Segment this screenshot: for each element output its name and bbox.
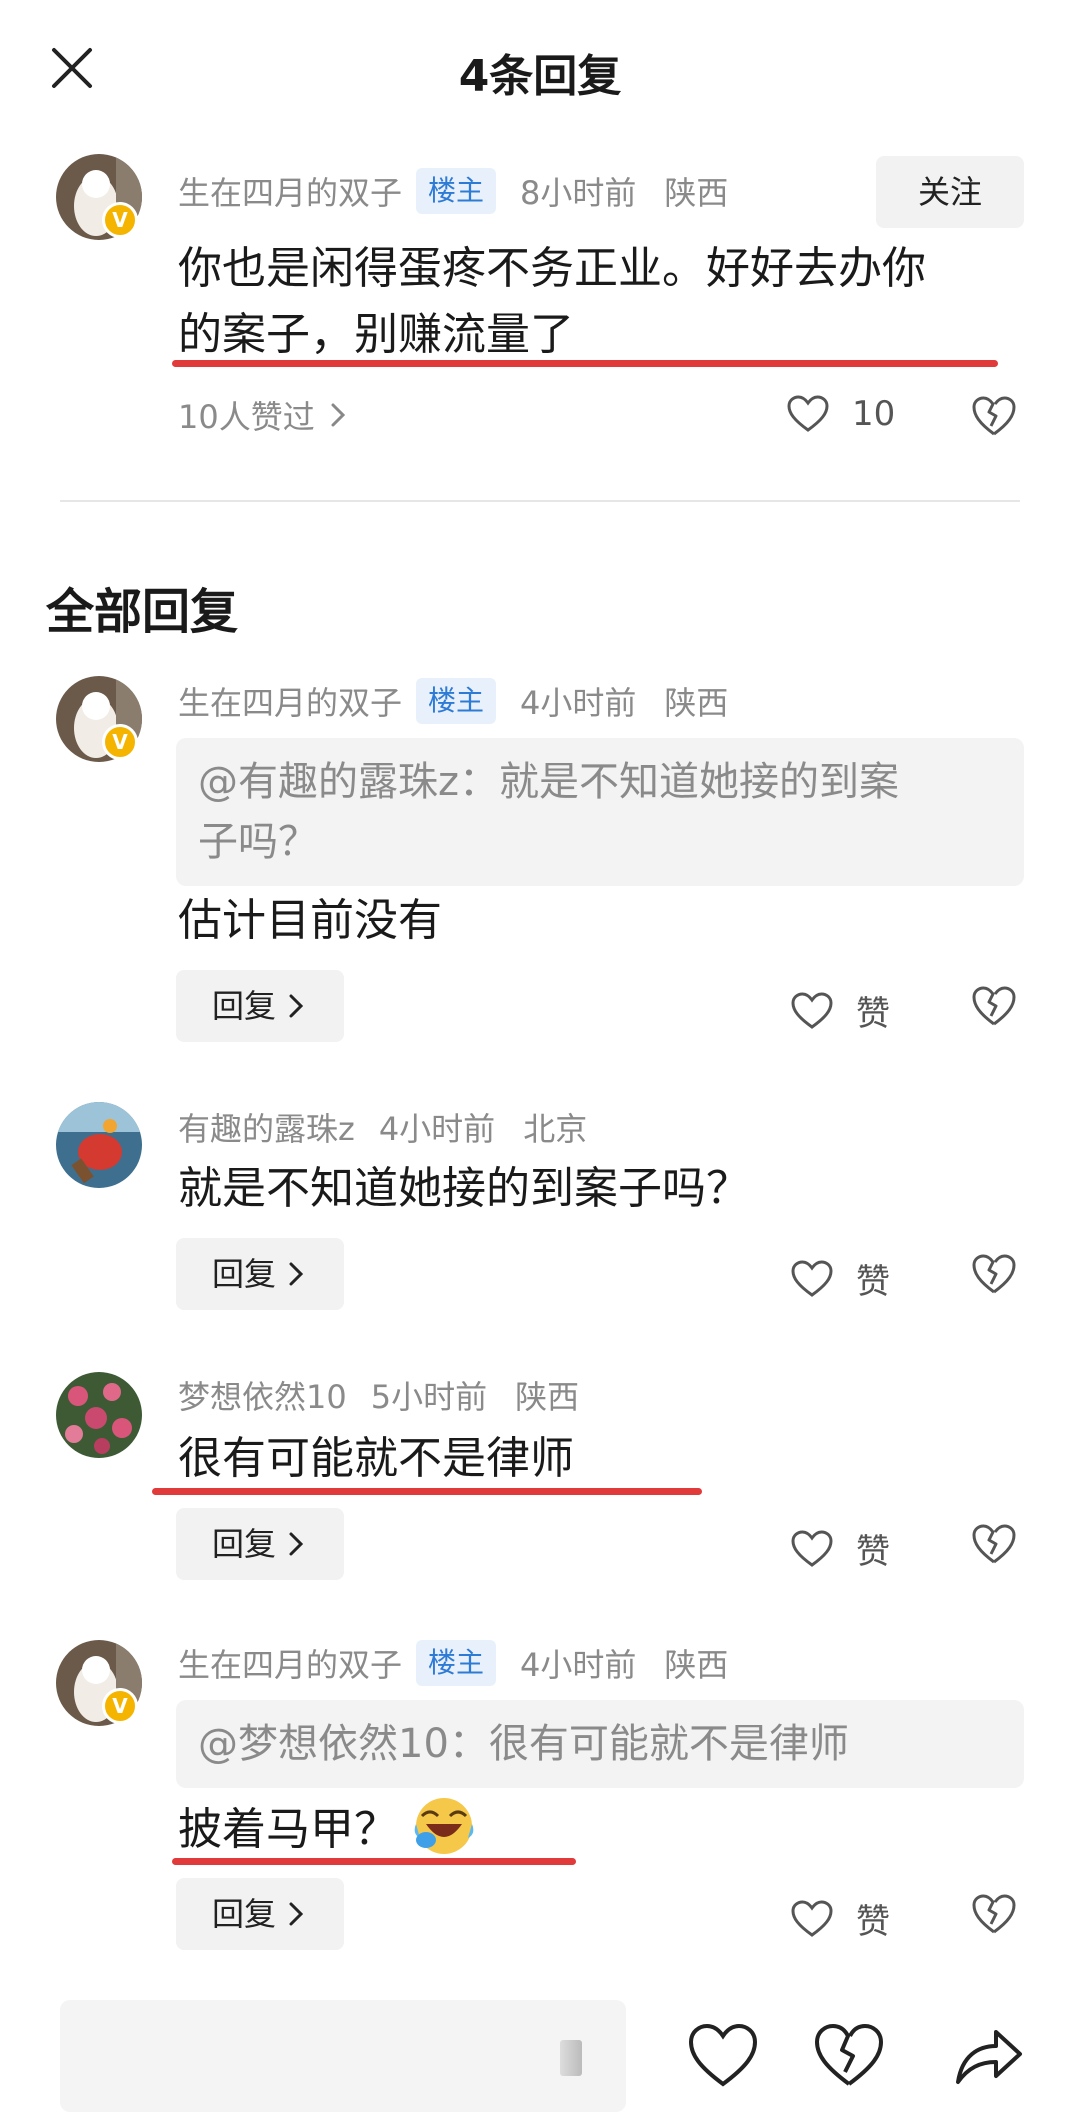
timestamp: 8小时前 [520,174,637,212]
like-label: 赞 [856,1532,890,1572]
follow-button[interactable]: 关注 [876,156,1024,228]
heart-icon [787,395,829,432]
input-grip-icon [560,2040,582,2076]
divider [60,500,1020,502]
reply-meta: 有趣的露珠z 4小时前 北京 [178,1104,587,1150]
verified-badge-icon: V [102,202,138,238]
chevron-right-icon [289,1902,304,1926]
location: 陕西 [664,174,729,212]
like-label: 赞 [856,1262,890,1302]
broken-heart-icon[interactable] [812,2020,886,2090]
likes-summary: 10人赞过 [178,398,315,436]
timestamp: 5小时前 [370,1378,488,1416]
comment-meta: 生在四月的双子 楼主 8小时前 陕西 [178,168,728,214]
reply-meta: 梦想依然10 5小时前 陕西 [178,1372,579,1418]
laughing-crying-emoji [414,1798,474,1854]
op-badge: 楼主 [416,168,497,214]
username[interactable]: 梦想依然10 [178,1372,347,1418]
broken-heart-icon[interactable] [970,1892,1018,1936]
verified-badge-icon: V [102,1688,138,1724]
timestamp: 4小时前 [378,1110,496,1148]
quote-text-line: @梦想依然10：很有可能就不是律师 [198,1721,849,1767]
timestamp: 4小时前 [520,1646,637,1684]
reply-button[interactable]: 回复 [176,970,344,1042]
broken-heart-icon[interactable] [970,1252,1018,1296]
reply-label: 回复 [212,1525,277,1563]
like-count: 10 [852,394,896,434]
top-bar: 4条回复 [0,0,1080,140]
username[interactable]: 生在四月的双子 [178,1640,402,1686]
section-title: 全部回复 [46,584,239,640]
reply-text-content: 披着马甲？ [178,1804,398,1855]
comment-text-line: 的案子，别赚流量了 [178,309,574,360]
heart-icon [791,991,833,1029]
reply-label: 回复 [212,1255,277,1293]
like-label: 赞 [856,994,890,1034]
heart-icon[interactable] [686,2020,760,2090]
avatar[interactable] [56,1372,142,1458]
like-label: 赞 [856,1902,890,1942]
username[interactable]: 生在四月的双子 [178,678,402,724]
quote-text-line: @有趣的露珠z：就是不知道她接的到案 [198,759,899,805]
broken-heart-icon[interactable] [970,984,1018,1028]
reply-button[interactable]: 回复 [176,1508,344,1580]
heart-icon [791,1899,833,1937]
reply-label: 回复 [212,987,277,1025]
comment-text: 你也是闲得蛋疼不务正业。好好去办你 的案子，别赚流量了 [178,236,926,368]
reply-meta: 生在四月的双子 楼主 4小时前 陕西 [178,1640,728,1686]
location: 陕西 [515,1378,580,1416]
page-title: 4条回复 [458,51,622,102]
highlight-underline [172,1858,576,1865]
highlight-underline [152,1488,702,1495]
comment-text-line: 你也是闲得蛋疼不务正业。好好去办你 [178,243,926,294]
chevron-right-icon [289,1532,304,1556]
likes-summary-link[interactable]: 10人赞过 [178,392,347,438]
username[interactable]: 有趣的露珠z [178,1104,355,1150]
reply-meta: 生在四月的双子 楼主 4小时前 陕西 [178,678,728,724]
avatar[interactable] [56,1102,142,1188]
chevron-right-icon [331,403,345,427]
op-badge: 楼主 [416,678,497,724]
location: 陕西 [664,1646,729,1684]
heart-icon [791,1259,833,1297]
reply-button[interactable]: 回复 [176,1878,344,1950]
location: 北京 [523,1110,588,1148]
reply-text: 披着马甲？ [178,1794,476,1863]
like-button[interactable]: 赞 [790,1524,890,1573]
like-button[interactable]: 10 [786,394,895,434]
like-button[interactable]: 赞 [790,1894,890,1943]
heart-icon [791,1529,833,1567]
chevron-right-icon [289,994,304,1018]
reply-button[interactable]: 回复 [176,1238,344,1310]
reply-label: 回复 [212,1895,277,1933]
reply-text: 就是不知道她接的到案子吗？ [178,1163,750,1214]
chevron-right-icon [289,1262,304,1286]
quoted-reply[interactable]: @梦想依然10：很有可能就不是律师 [176,1700,1024,1788]
timestamp: 4小时前 [520,684,637,722]
highlight-underline [172,360,998,367]
comment-input[interactable] [60,2000,626,2112]
share-icon[interactable] [952,2020,1026,2090]
broken-heart-icon[interactable] [970,1522,1018,1566]
like-button[interactable]: 赞 [790,1254,890,1303]
broken-heart-icon[interactable] [970,394,1018,438]
quote-text-line: 子吗？ [198,819,318,865]
verified-badge-icon: V [102,724,138,760]
like-button[interactable]: 赞 [790,986,890,1035]
quoted-reply[interactable]: @有趣的露珠z：就是不知道她接的到案 子吗？ [176,738,1024,886]
username[interactable]: 生在四月的双子 [178,168,402,214]
reply-text: 很有可能就不是律师 [178,1433,574,1484]
reply-text: 估计目前没有 [178,895,442,946]
location: 陕西 [664,684,729,722]
op-badge: 楼主 [416,1640,497,1686]
